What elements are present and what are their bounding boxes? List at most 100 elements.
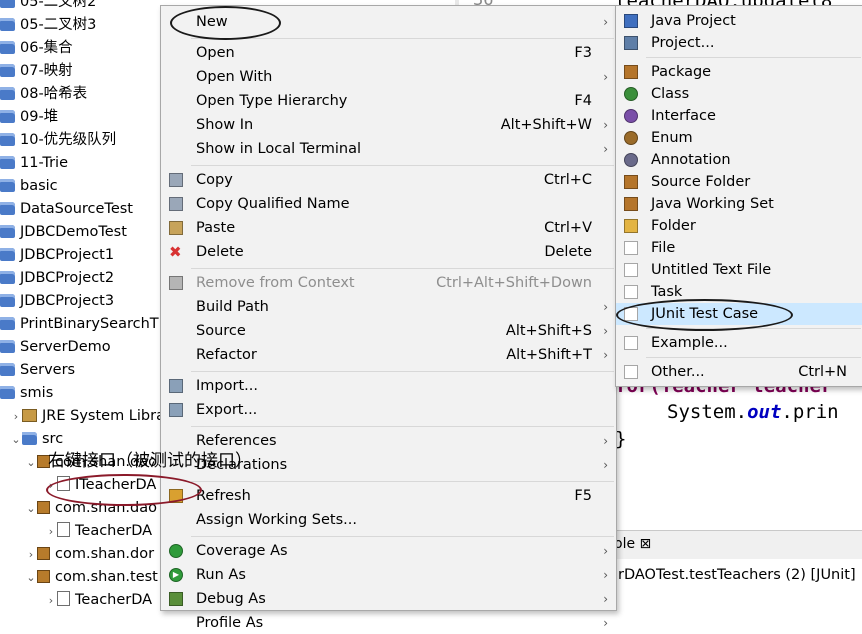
expand-arrow-icon[interactable]: ⌄ bbox=[25, 567, 37, 589]
submenu-arrow-icon: › bbox=[603, 458, 608, 472]
menu-item-show-in[interactable]: Show In Alt+Shift+W › bbox=[161, 114, 616, 136]
menu-item-import[interactable]: Import... bbox=[161, 375, 616, 397]
menu-item-delete[interactable]: ✖ Delete Delete bbox=[161, 241, 616, 263]
new-menu-item-untitled-text-file[interactable]: Untitled Text File bbox=[616, 259, 862, 281]
menu-item-open[interactable]: Open F3 bbox=[161, 42, 616, 64]
menu-item-source[interactable]: Source Alt+Shift+S › bbox=[161, 320, 616, 342]
menu-item-label: Refresh bbox=[196, 488, 251, 504]
tree-item[interactable]: Servers bbox=[0, 359, 75, 381]
highlight-ellipse-interface bbox=[46, 474, 202, 506]
menu-item-export[interactable]: Export... bbox=[161, 399, 616, 421]
menu-item-open-with[interactable]: Open With › bbox=[161, 66, 616, 88]
menu-item-label: Example... bbox=[651, 335, 728, 351]
tree-item[interactable]: › TeacherDA bbox=[45, 520, 152, 542]
new-menu-item-source-folder[interactable]: Source Folder bbox=[616, 171, 862, 193]
tree-item[interactable]: 05-二叉树3 bbox=[0, 14, 96, 36]
menu-item-profile-as[interactable]: Profile As › bbox=[161, 612, 616, 634]
tree-item[interactable]: PrintBinarySearchT bbox=[0, 313, 159, 335]
menu-item-label: Delete bbox=[196, 244, 244, 260]
menu-separator bbox=[646, 357, 861, 358]
tree-item-label: smis bbox=[20, 385, 54, 401]
export-icon bbox=[169, 403, 183, 417]
tree-item[interactable]: DataSourceTest bbox=[0, 198, 133, 220]
collapse-arrow-icon[interactable]: › bbox=[10, 406, 22, 428]
menu-item-refresh[interactable]: Refresh F5 bbox=[161, 485, 616, 507]
menu-item-label: Debug As bbox=[196, 591, 266, 607]
tree-item[interactable]: JDBCProject3 bbox=[0, 290, 114, 312]
new-menu-item-java-working-set[interactable]: Java Working Set bbox=[616, 193, 862, 215]
tree-item[interactable]: basic bbox=[0, 175, 58, 197]
tree-item[interactable]: 06-集合 bbox=[0, 37, 73, 59]
new-menu-item-interface[interactable]: Interface bbox=[616, 105, 862, 127]
tree-item-label: TeacherDA bbox=[75, 523, 153, 539]
tree-item[interactable]: 11-Trie bbox=[0, 152, 68, 174]
menu-item-label: Folder bbox=[651, 218, 696, 234]
new-menu-item-java-project[interactable]: Java Project bbox=[616, 10, 862, 32]
tree-item-label: 05-二叉树2 bbox=[20, 0, 97, 10]
tree-item[interactable]: › TeacherDA bbox=[45, 589, 152, 611]
collapse-arrow-icon[interactable]: › bbox=[45, 521, 57, 543]
menu-item-shortcut: Alt+Shift+S bbox=[505, 323, 592, 339]
menu-item-refactor[interactable]: Refactor Alt+Shift+T › bbox=[161, 344, 616, 366]
tree-item[interactable]: JDBCProject2 bbox=[0, 267, 114, 289]
menu-item-copy-qualified-name[interactable]: Copy Qualified Name bbox=[161, 193, 616, 215]
menu-item-coverage-as[interactable]: Coverage As › bbox=[161, 540, 616, 562]
new-menu-item-annotation[interactable]: Annotation bbox=[616, 149, 862, 171]
menu-item-label: Import... bbox=[196, 378, 258, 394]
folder-icon bbox=[0, 386, 15, 399]
new-menu-item-file[interactable]: File bbox=[616, 237, 862, 259]
console-view: ole ⊠ bbox=[612, 530, 862, 559]
tree-item[interactable]: 10-优先级队列 bbox=[0, 129, 116, 151]
menu-item-label: Show in Local Terminal bbox=[196, 141, 362, 157]
new-menu-item-folder[interactable]: Folder bbox=[616, 215, 862, 237]
tree-item[interactable]: JDBCProject1 bbox=[0, 244, 114, 266]
menu-item-shortcut: Ctrl+C bbox=[543, 172, 592, 188]
expand-arrow-icon[interactable]: ⌄ bbox=[25, 498, 37, 520]
tree-item[interactable]: › JRE System Libra bbox=[10, 405, 165, 427]
tree-item[interactable]: ServerDemo bbox=[0, 336, 111, 358]
menu-item-label: Profile As bbox=[196, 615, 264, 631]
console-tab[interactable]: ole ⊠ bbox=[614, 536, 651, 552]
package-icon bbox=[624, 65, 638, 79]
menu-item-assign-working-sets[interactable]: Assign Working Sets... bbox=[161, 509, 616, 531]
tree-item[interactable]: › com.shan.dor bbox=[25, 543, 154, 565]
tree-item[interactable]: 09-堆 bbox=[0, 106, 58, 128]
submenu-arrow-icon: › bbox=[603, 118, 608, 132]
menu-item-copy[interactable]: Copy Ctrl+C bbox=[161, 169, 616, 191]
tree-item[interactable]: smis bbox=[0, 382, 53, 404]
tree-item[interactable]: 07-映射 bbox=[0, 60, 73, 82]
package-icon bbox=[37, 501, 50, 514]
menu-item-build-path[interactable]: Build Path › bbox=[161, 296, 616, 318]
folder-icon bbox=[0, 133, 15, 146]
menu-item-shortcut: F3 bbox=[574, 45, 592, 61]
new-menu-item-package[interactable]: Package bbox=[616, 61, 862, 83]
new-menu-item-enum[interactable]: Enum bbox=[616, 127, 862, 149]
submenu-arrow-icon: › bbox=[603, 15, 608, 29]
menu-item-debug-as[interactable]: Debug As › bbox=[161, 588, 616, 610]
tree-item[interactable]: ⌄ com.shan.test bbox=[25, 566, 157, 589]
menu-item-label: Java Working Set bbox=[651, 196, 774, 212]
expand-arrow-icon[interactable]: ⌄ bbox=[25, 452, 37, 474]
new-menu-item-example[interactable]: Example... bbox=[616, 332, 862, 354]
tree-item[interactable]: JDBCDemoTest bbox=[0, 221, 127, 243]
collapse-arrow-icon[interactable]: › bbox=[25, 544, 37, 566]
tree-item[interactable]: 05-二叉树2 bbox=[0, 0, 96, 13]
new-menu-item-project[interactable]: Project... bbox=[616, 32, 862, 54]
tree-item[interactable]: 08-哈希表 bbox=[0, 83, 87, 105]
menu-item-paste[interactable]: Paste Ctrl+V bbox=[161, 217, 616, 239]
menu-item-open-type-hierarchy[interactable]: Open Type Hierarchy F4 bbox=[161, 90, 616, 112]
menu-item-run-as[interactable]: ▶ Run As › bbox=[161, 564, 616, 586]
menu-item-label: Show In bbox=[196, 117, 254, 133]
menu-separator bbox=[191, 371, 614, 372]
new-menu-item-other[interactable]: Other... Ctrl+N bbox=[616, 361, 862, 383]
menu-item-shortcut: F5 bbox=[574, 488, 592, 504]
expand-arrow-icon[interactable]: ⌄ bbox=[10, 429, 22, 451]
menu-item-label: Remove from Context bbox=[196, 275, 355, 291]
tree-item-label: 08-哈希表 bbox=[20, 86, 88, 102]
submenu-arrow-icon: › bbox=[603, 616, 608, 630]
menu-item-show-in-local-terminal[interactable]: Show in Local Terminal › bbox=[161, 138, 616, 160]
new-menu-item-class[interactable]: Class bbox=[616, 83, 862, 105]
menu-item-label: Other... bbox=[651, 364, 705, 380]
menu-item-label: Open bbox=[196, 45, 235, 61]
menu-item-label: Package bbox=[651, 64, 712, 80]
